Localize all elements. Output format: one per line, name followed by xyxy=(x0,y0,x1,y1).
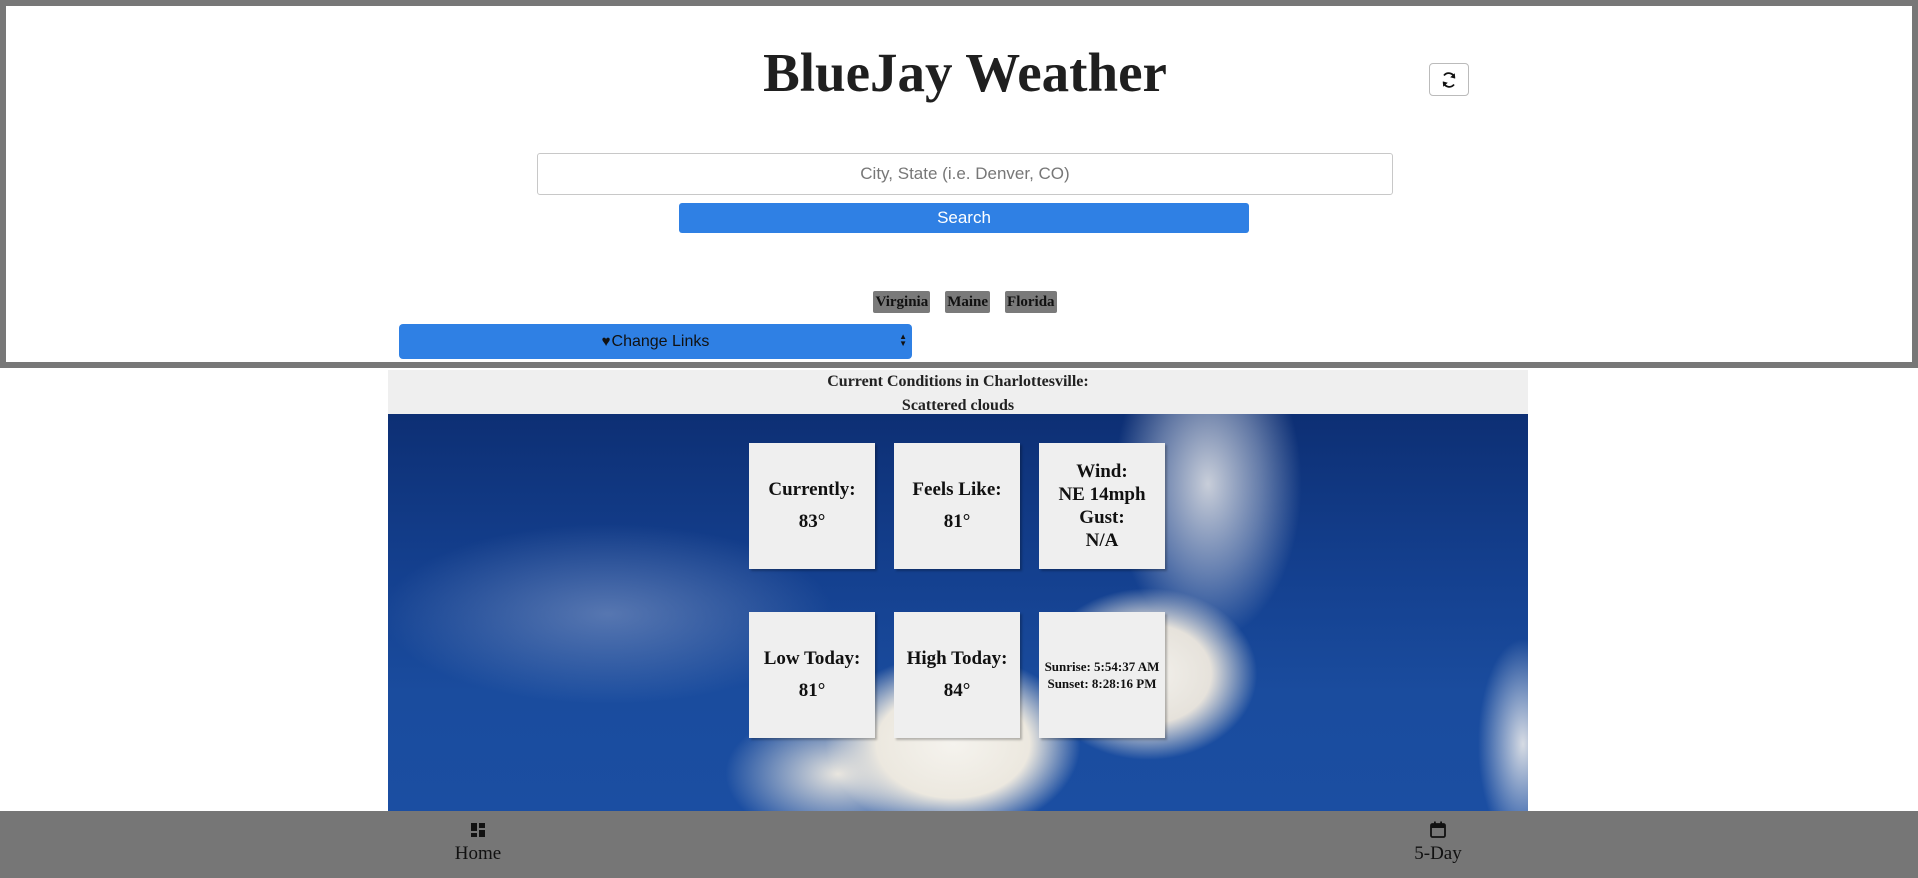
calendar-icon xyxy=(1430,821,1446,838)
current-temp-value: 83° xyxy=(798,511,826,532)
bottom-nav: Home 5-Day xyxy=(0,811,1918,878)
low-today-card: Low Today: 81° xyxy=(749,612,875,738)
refresh-icon xyxy=(1442,71,1456,88)
header-panel: BlueJay Weather Search Virginia Maine Fl… xyxy=(0,0,1918,368)
select-arrows-icon: ▲ ▼ xyxy=(899,332,907,348)
search-button-label: Search xyxy=(937,208,991,227)
feels-like-value: 81° xyxy=(943,511,971,532)
change-links-select[interactable]: ♥ Change Links ▲ ▼ xyxy=(399,324,912,359)
sun-times-card: Sunrise: 5:54:37 AM Sunset: 8:28:16 PM xyxy=(1039,612,1165,738)
dashboard-icon xyxy=(471,823,485,837)
nav-home-label: Home xyxy=(454,843,502,864)
site-title: BlueJay Weather xyxy=(763,42,1167,103)
current-temp-card: Currently: 83° xyxy=(749,443,875,569)
search-input[interactable] xyxy=(537,153,1393,195)
wind-card: Wind: NE 14mph Gust: N/A xyxy=(1039,443,1165,569)
current-temp-label: Currently: xyxy=(768,479,856,500)
refresh-button[interactable] xyxy=(1429,63,1469,96)
high-today-value: 84° xyxy=(943,680,971,701)
conditions-header: Current Conditions in Charlottesville: S… xyxy=(388,370,1528,414)
conditions-heading: Current Conditions in Charlottesville: xyxy=(827,373,1089,390)
feels-like-card: Feels Like: 81° xyxy=(894,443,1020,569)
nav-home[interactable]: Home xyxy=(418,819,538,865)
gust-value: N/A xyxy=(1085,530,1119,551)
quick-links: Virginia Maine Florida xyxy=(6,291,1918,313)
high-today-label: High Today: xyxy=(906,648,1008,669)
gust-label: Gust: xyxy=(1079,507,1125,528)
sunrise-text: Sunrise: 5:54:37 AM xyxy=(1044,659,1160,674)
change-links-label: Change Links xyxy=(611,332,710,350)
quick-link-maine[interactable]: Maine xyxy=(945,291,991,313)
sunset-text: Sunset: 8:28:16 PM xyxy=(1047,676,1157,691)
wind-value: NE 14mph xyxy=(1058,484,1146,505)
quick-link-virginia[interactable]: Virginia xyxy=(873,291,931,313)
conditions-panel: Current Conditions in Charlottesville: S… xyxy=(388,370,1528,814)
high-today-card: High Today: 84° xyxy=(894,612,1020,738)
nav-five-day[interactable]: 5-Day xyxy=(1378,819,1498,865)
low-today-value: 81° xyxy=(798,680,826,701)
low-today-label: Low Today: xyxy=(763,648,861,669)
wind-label: Wind: xyxy=(1076,461,1128,482)
search-button[interactable]: Search xyxy=(679,203,1249,233)
feels-like-label: Feels Like: xyxy=(912,479,1002,500)
quick-link-florida[interactable]: Florida xyxy=(1005,291,1057,313)
nav-five-day-label: 5-Day xyxy=(1414,843,1462,864)
heart-icon: ♥ xyxy=(601,333,611,350)
